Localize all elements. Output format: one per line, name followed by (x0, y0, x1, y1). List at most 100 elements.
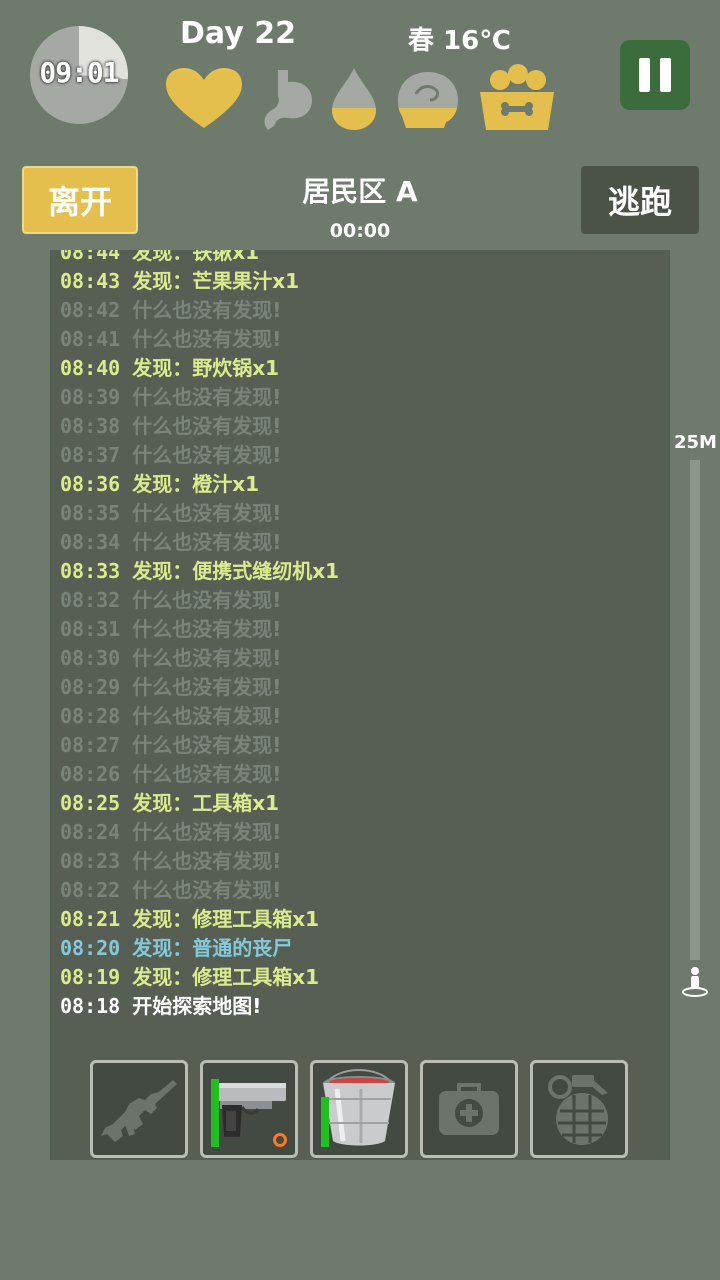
log-message: 什么也没有发现! (132, 588, 282, 612)
stomach-icon (258, 68, 314, 136)
season-temperature: 春 16℃ (408, 26, 511, 56)
pause-button[interactable] (620, 40, 690, 110)
bucket-slot[interactable] (310, 1060, 408, 1158)
log-entry: 08:43 发现：芒果果汁x1 (60, 267, 660, 296)
log-entry: 08:22 什么也没有发现! (60, 876, 660, 905)
log-time: 08:20 (60, 936, 121, 960)
grenade-icon (548, 1075, 608, 1145)
log-entry: 08:29 什么也没有发现! (60, 673, 660, 702)
location-title: 居民区 A (302, 175, 418, 208)
log-message: 发现：便携式缝纫机x1 (132, 559, 340, 583)
log-message: 发现：橙汁x1 (132, 472, 260, 496)
log-time: 08:43 (60, 269, 121, 293)
log-time: 08:33 (60, 559, 121, 583)
brain-head-icon (396, 70, 460, 134)
log-time: 08:23 (60, 849, 121, 873)
log-message: 发现：铁锹x1 (132, 250, 260, 264)
log-time: 08:27 (60, 733, 121, 757)
pistol-slot[interactable] (200, 1060, 298, 1158)
log-entry: 08:39 什么也没有发现! (60, 383, 660, 412)
log-message: 发现：野炊锅x1 (132, 356, 280, 380)
log-time: 08:30 (60, 646, 121, 670)
log-message: 什么也没有发现! (132, 704, 282, 728)
log-time: 08:37 (60, 443, 121, 467)
log-entry: 08:23 什么也没有发现! (60, 847, 660, 876)
flee-button[interactable]: 逃跑 (581, 166, 699, 234)
log-entry: 08:18 开始探索地图! (60, 992, 660, 1021)
log-message: 什么也没有发现! (132, 414, 282, 438)
log-time: 08:39 (60, 385, 121, 409)
rifle-icon (101, 1080, 177, 1142)
clock-time: 09:01 (39, 56, 119, 89)
log-message: 发现：工具箱x1 (132, 791, 280, 815)
water-drop-icon (330, 66, 378, 136)
exploration-log[interactable]: 08:44 发现：铁锹x1 08:43 发现：芒果果汁x1 08:42 什么也没有发现! 0… (50, 250, 670, 1160)
log-entry: 08:27 什么也没有发现! (60, 731, 660, 760)
log-message: 什么也没有发现! (132, 733, 282, 757)
log-time: 08:29 (60, 675, 121, 699)
log-entry: 08:42 什么也没有发现! (60, 296, 660, 325)
log-message: 发现：修理工具箱x1 (132, 907, 320, 931)
grenade-slot[interactable] (530, 1060, 628, 1158)
log-entry: 08:28 什么也没有发现! (60, 702, 660, 731)
exploration-timer: 00:00 (329, 220, 391, 242)
log-time: 08:34 (60, 530, 121, 554)
log-message: 什么也没有发现! (132, 878, 282, 902)
day-counter: Day 22 (180, 16, 296, 51)
log-entry: 08:24 什么也没有发现! (60, 818, 660, 847)
log-message: 什么也没有发现! (132, 646, 282, 670)
log-message: 什么也没有发现! (132, 298, 282, 322)
log-entry: 08:21 发现：修理工具箱x1 (60, 905, 660, 934)
log-time: 08:28 (60, 704, 121, 728)
log-message: 发现：修理工具箱x1 (132, 965, 320, 989)
log-time: 08:31 (60, 617, 121, 641)
log-time: 08:32 (60, 588, 121, 612)
log-entry: 08:30 什么也没有发现! (60, 644, 660, 673)
log-message: 什么也没有发现! (132, 385, 282, 409)
rifle-slot[interactable] (90, 1060, 188, 1158)
log-time: 08:42 (60, 298, 121, 322)
log-time: 08:44 (60, 250, 121, 264)
log-entry: 08:41 什么也没有发现! (60, 325, 660, 354)
leave-button[interactable]: 离开 (22, 166, 138, 234)
log-message: 什么也没有发现! (132, 820, 282, 844)
log-message: 发现：普通的丧尸 (132, 936, 293, 960)
log-time: 08:41 (60, 327, 121, 351)
log-entry: 08:20 发现：普通的丧尸 (60, 934, 660, 963)
log-time: 08:22 (60, 878, 121, 902)
log-time: 08:26 (60, 762, 121, 786)
log-message: 什么也没有发现! (132, 501, 282, 525)
log-time: 08:38 (60, 414, 121, 438)
ammo-indicator (273, 1133, 287, 1147)
depth-track (690, 460, 700, 960)
log-message: 发现：芒果果汁x1 (132, 269, 300, 293)
equipment-slots (90, 1060, 628, 1158)
log-entry: 08:19 发现：修理工具箱x1 (60, 963, 660, 992)
log-time: 08:19 (60, 965, 121, 989)
log-message: 开始探索地图! (132, 994, 262, 1018)
player-marker-icon (681, 966, 709, 1002)
bucket-durability-bar (321, 1097, 329, 1147)
log-message: 什么也没有发现! (132, 530, 282, 554)
log-entry: 08:38 什么也没有发现! (60, 412, 660, 441)
depth-label: 25M (674, 432, 717, 453)
pet-bowl-icon (478, 64, 556, 138)
log-time: 08:36 (60, 472, 121, 496)
log-message: 什么也没有发现! (132, 675, 282, 699)
medkit-icon (439, 1083, 499, 1135)
log-message: 什么也没有发现! (132, 849, 282, 873)
log-entry: 08:36 发现：橙汁x1 (60, 470, 660, 499)
log-time: 08:18 (60, 994, 121, 1018)
log-entry: 08:37 什么也没有发现! (60, 441, 660, 470)
log-time: 08:35 (60, 501, 121, 525)
log-message: 什么也没有发现! (132, 327, 282, 351)
pause-icon (639, 58, 650, 92)
pistol-durability-bar (211, 1079, 219, 1147)
medkit-slot[interactable] (420, 1060, 518, 1158)
log-entry: 08:34 什么也没有发现! (60, 528, 660, 557)
log-entry: 08:33 发现：便携式缝纫机x1 (60, 557, 660, 586)
log-time: 08:40 (60, 356, 121, 380)
log-list: 08:44 发现：铁锹x1 08:43 发现：芒果果汁x1 08:42 什么也没有发现! 0… (60, 250, 660, 1021)
log-time: 08:21 (60, 907, 121, 931)
log-time: 08:24 (60, 820, 121, 844)
